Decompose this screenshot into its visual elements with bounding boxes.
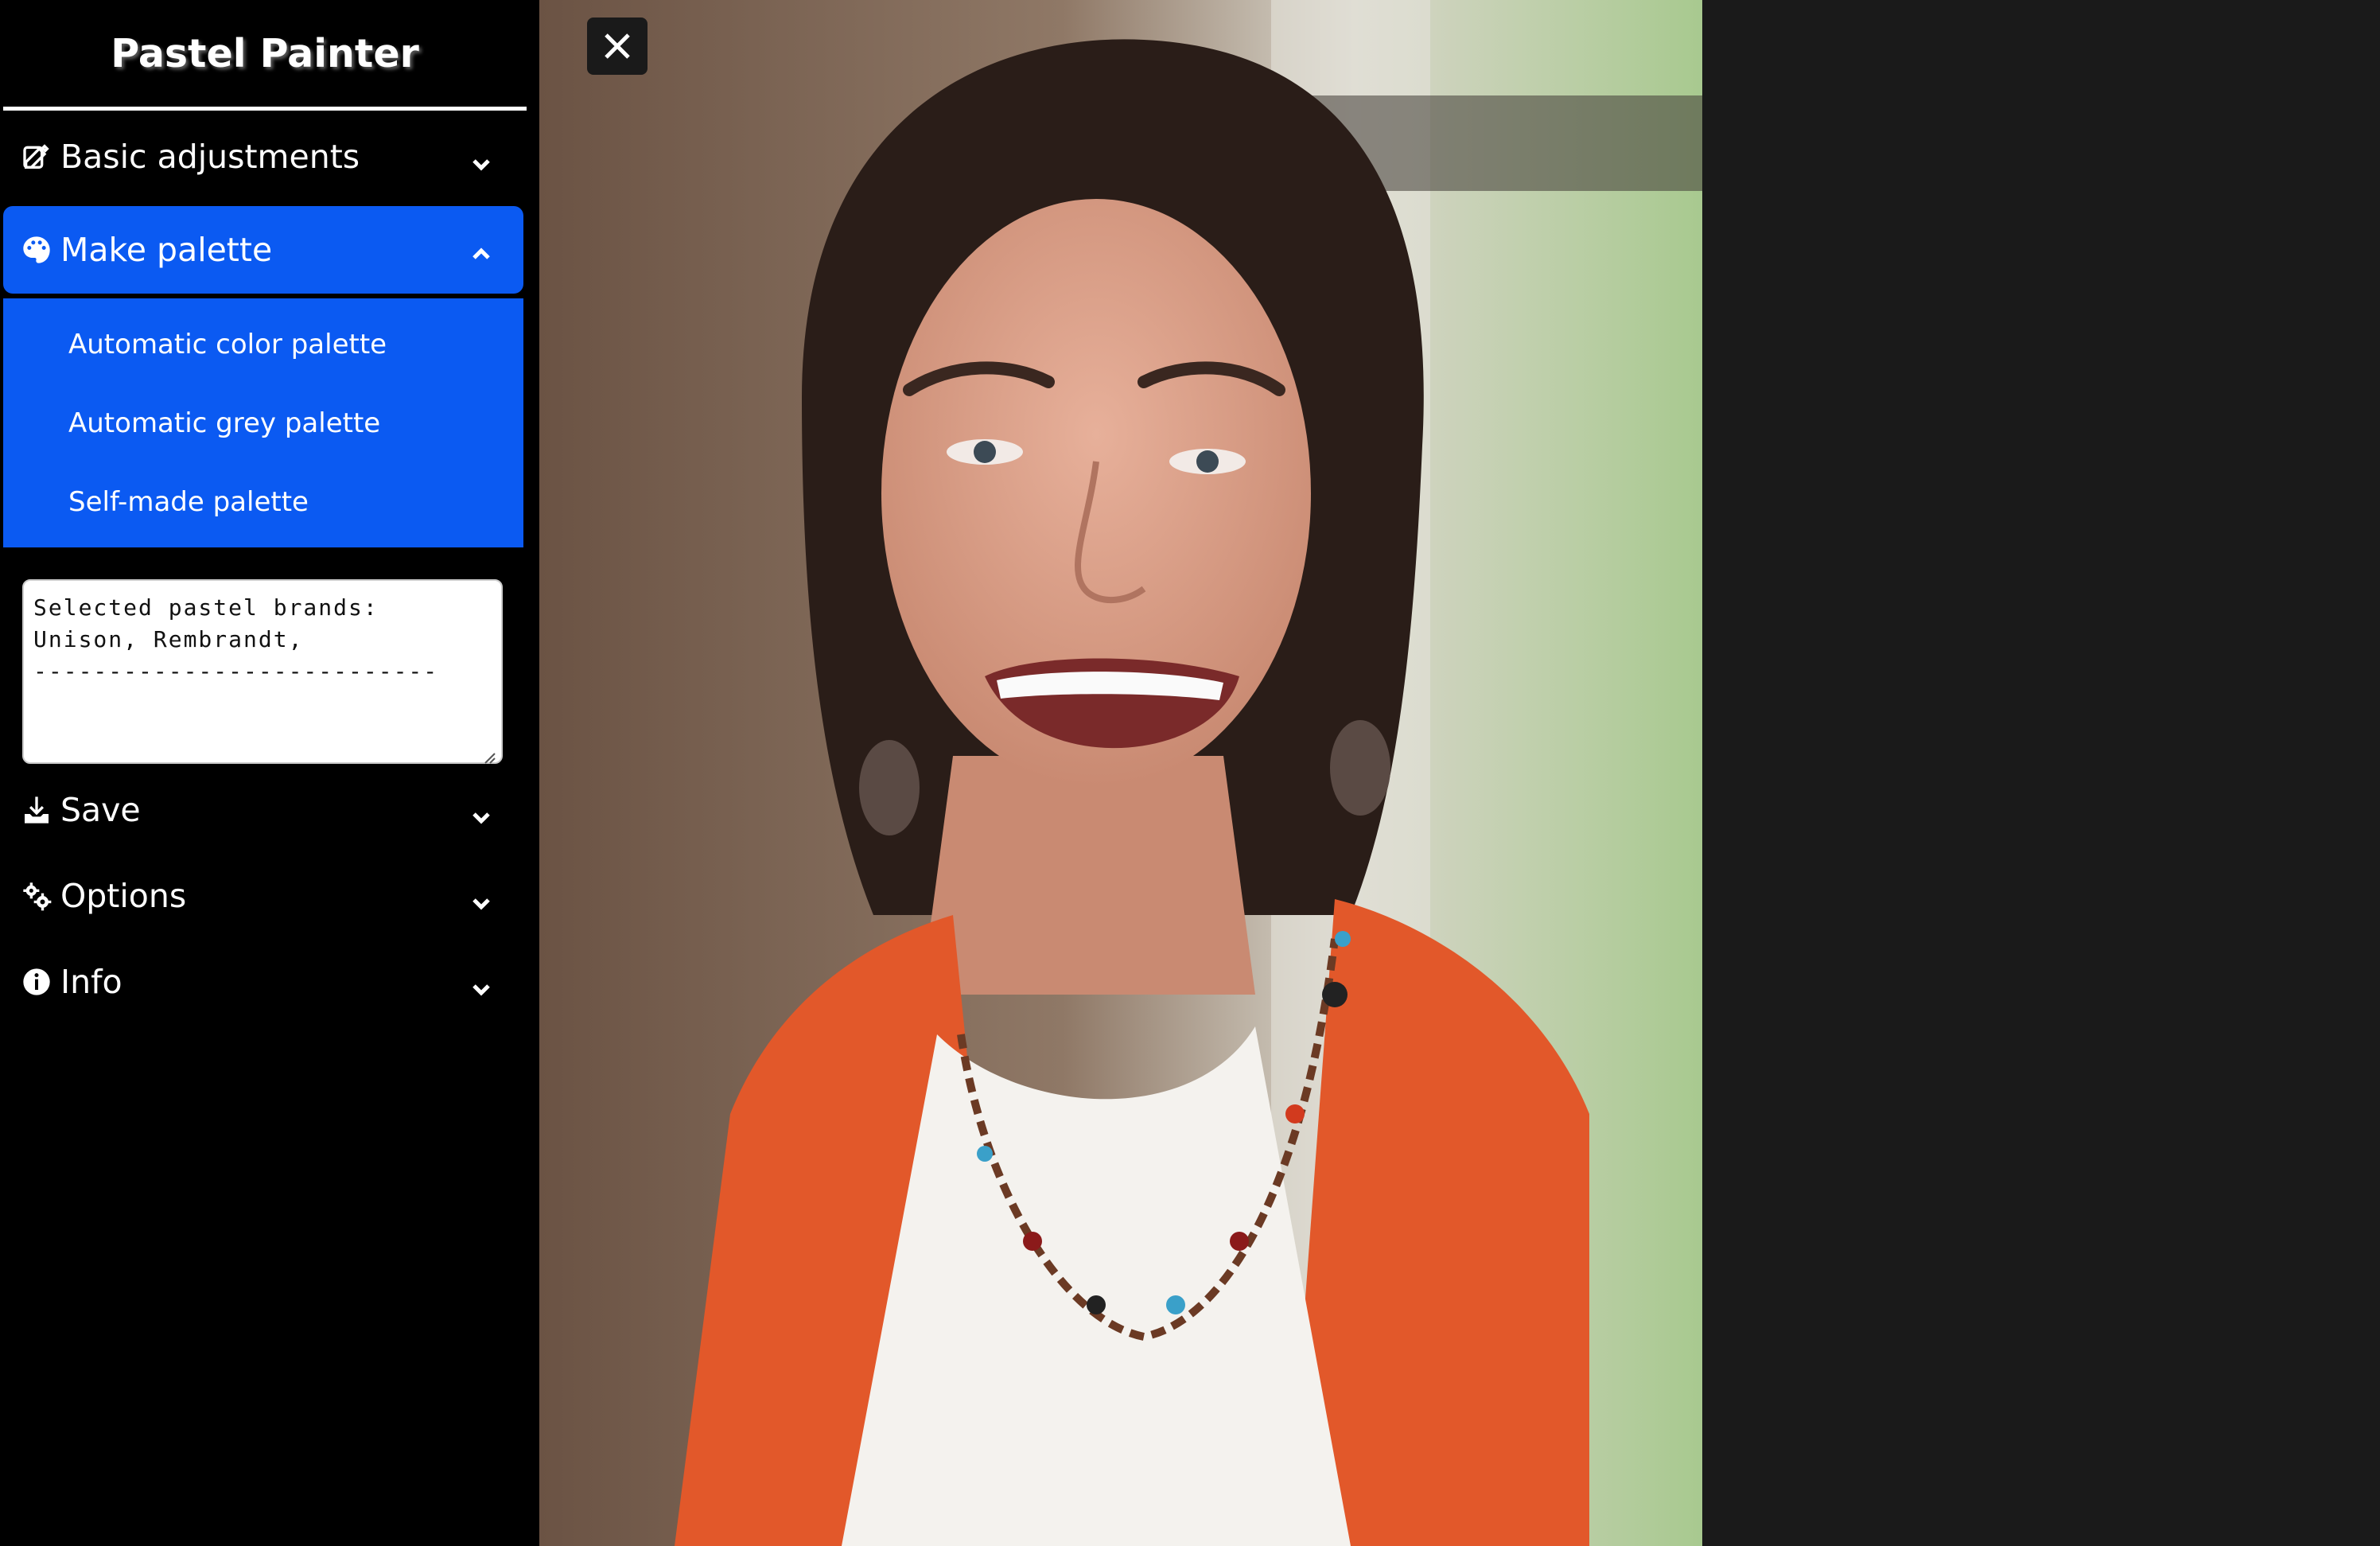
title-divider bbox=[3, 107, 527, 111]
close-icon bbox=[605, 33, 630, 59]
palette-icon bbox=[19, 232, 54, 267]
palette-submenu: Automatic color palette Automatic grey p… bbox=[3, 298, 523, 547]
edit-icon bbox=[19, 139, 54, 174]
menu-make-palette[interactable]: Make palette bbox=[3, 206, 523, 294]
chevron-down-icon bbox=[471, 144, 492, 171]
chevron-down-icon bbox=[471, 883, 492, 910]
submenu-automatic-color-palette[interactable]: Automatic color palette bbox=[3, 305, 523, 384]
menu-make-palette-label: Make palette bbox=[60, 231, 273, 269]
photo-canvas[interactable] bbox=[539, 0, 1702, 1546]
menu-basic-adjustments[interactable]: Basic adjustments bbox=[3, 114, 523, 200]
chevron-up-icon bbox=[471, 235, 492, 259]
sidebar: Pastel Painter Basic adjustments Make pa… bbox=[0, 0, 539, 1546]
menu-info[interactable]: Info bbox=[3, 939, 523, 1025]
menu-save-label: Save bbox=[60, 791, 141, 829]
gears-icon bbox=[19, 878, 54, 913]
menu-info-label: Info bbox=[60, 963, 122, 1001]
menu-basic-adjustments-label: Basic adjustments bbox=[60, 138, 360, 176]
selected-brands-text: Selected pastel brands: Unison, Rembrand… bbox=[33, 594, 439, 684]
menu-save[interactable]: Save bbox=[3, 767, 523, 853]
chevron-down-icon bbox=[471, 969, 492, 996]
download-icon bbox=[19, 792, 54, 828]
menu-options-label: Options bbox=[60, 877, 187, 915]
info-icon bbox=[19, 964, 54, 999]
selected-brands-textarea[interactable]: Selected pastel brands: Unison, Rembrand… bbox=[22, 579, 503, 764]
close-button[interactable] bbox=[587, 18, 648, 75]
chevron-down-icon bbox=[471, 797, 492, 824]
submenu-automatic-grey-palette[interactable]: Automatic grey palette bbox=[3, 384, 523, 462]
portrait-photo bbox=[539, 0, 1702, 1546]
menu-options[interactable]: Options bbox=[3, 853, 523, 939]
app-title: Pastel Painter bbox=[111, 30, 419, 76]
submenu-self-made-palette[interactable]: Self-made palette bbox=[3, 462, 523, 541]
resize-grip-icon[interactable] bbox=[480, 742, 496, 764]
